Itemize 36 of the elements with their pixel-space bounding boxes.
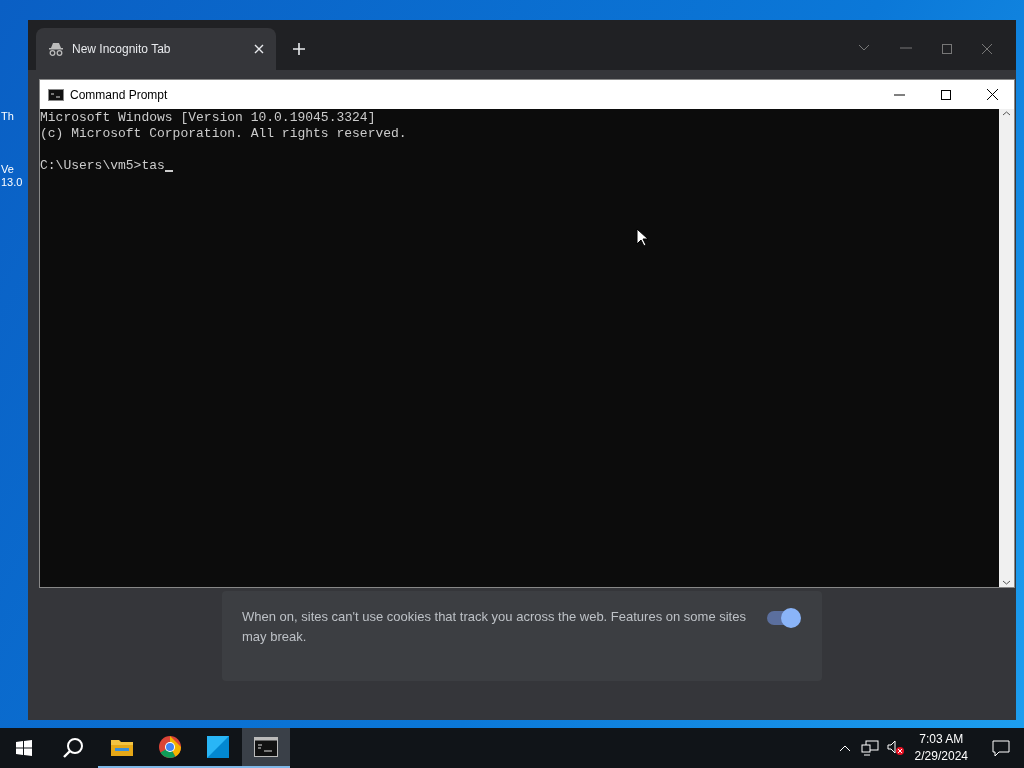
browser-icon [158, 735, 182, 759]
scroll-down-icon[interactable] [1002, 580, 1011, 585]
console-line: (c) Microsoft Corporation. All rights reserved. [40, 126, 408, 142]
window-title: Command Prompt [70, 86, 169, 104]
close-icon[interactable] [987, 89, 998, 100]
browser-tab[interactable]: New Incognito Tab [36, 28, 276, 70]
chevron-up-icon[interactable] [838, 744, 851, 752]
taskbar-app[interactable] [242, 728, 290, 768]
app-icon [206, 735, 230, 759]
text-cursor [164, 170, 173, 172]
muted-speaker-icon[interactable] [886, 740, 905, 756]
date-text: 2/29/2024 [914, 748, 968, 765]
notification-icon[interactable] [992, 739, 1010, 757]
search-icon[interactable] [62, 737, 84, 759]
time-text: 7:03 AM [919, 731, 964, 748]
network-icon[interactable] [860, 740, 879, 756]
console-line: Microsoft Windows [Version 10.0.19045.3324] [40, 110, 377, 126]
dropdown-icon[interactable] [858, 44, 870, 52]
minimize-icon[interactable] [894, 93, 905, 96]
toggle-switch[interactable] [767, 611, 799, 625]
console-line: C:\Users\vm5>tas [40, 158, 165, 174]
scroll-up-icon[interactable] [1002, 111, 1011, 116]
folder-icon [110, 737, 134, 757]
windows-logo-icon[interactable] [16, 740, 32, 756]
new-tab-icon[interactable] [292, 42, 306, 56]
console-icon [48, 88, 64, 101]
desktop-icon-label[interactable]: Th [0, 110, 14, 123]
mouse-pointer-icon [636, 228, 648, 247]
maximize-icon[interactable] [941, 89, 951, 100]
scrollbar[interactable] [999, 109, 1014, 587]
incognito-icon [48, 42, 64, 56]
console-icon [254, 737, 278, 757]
desktop-icon-label[interactable]: Ve 13.0 [0, 163, 23, 189]
tab-title: New Incognito Tab [72, 41, 172, 58]
clock[interactable]: 7:03 AM 2/29/2024 [914, 731, 968, 765]
setting-description: When on, sites can't use cookies that track you across the web. Features on some sites may break. [242, 608, 747, 646]
